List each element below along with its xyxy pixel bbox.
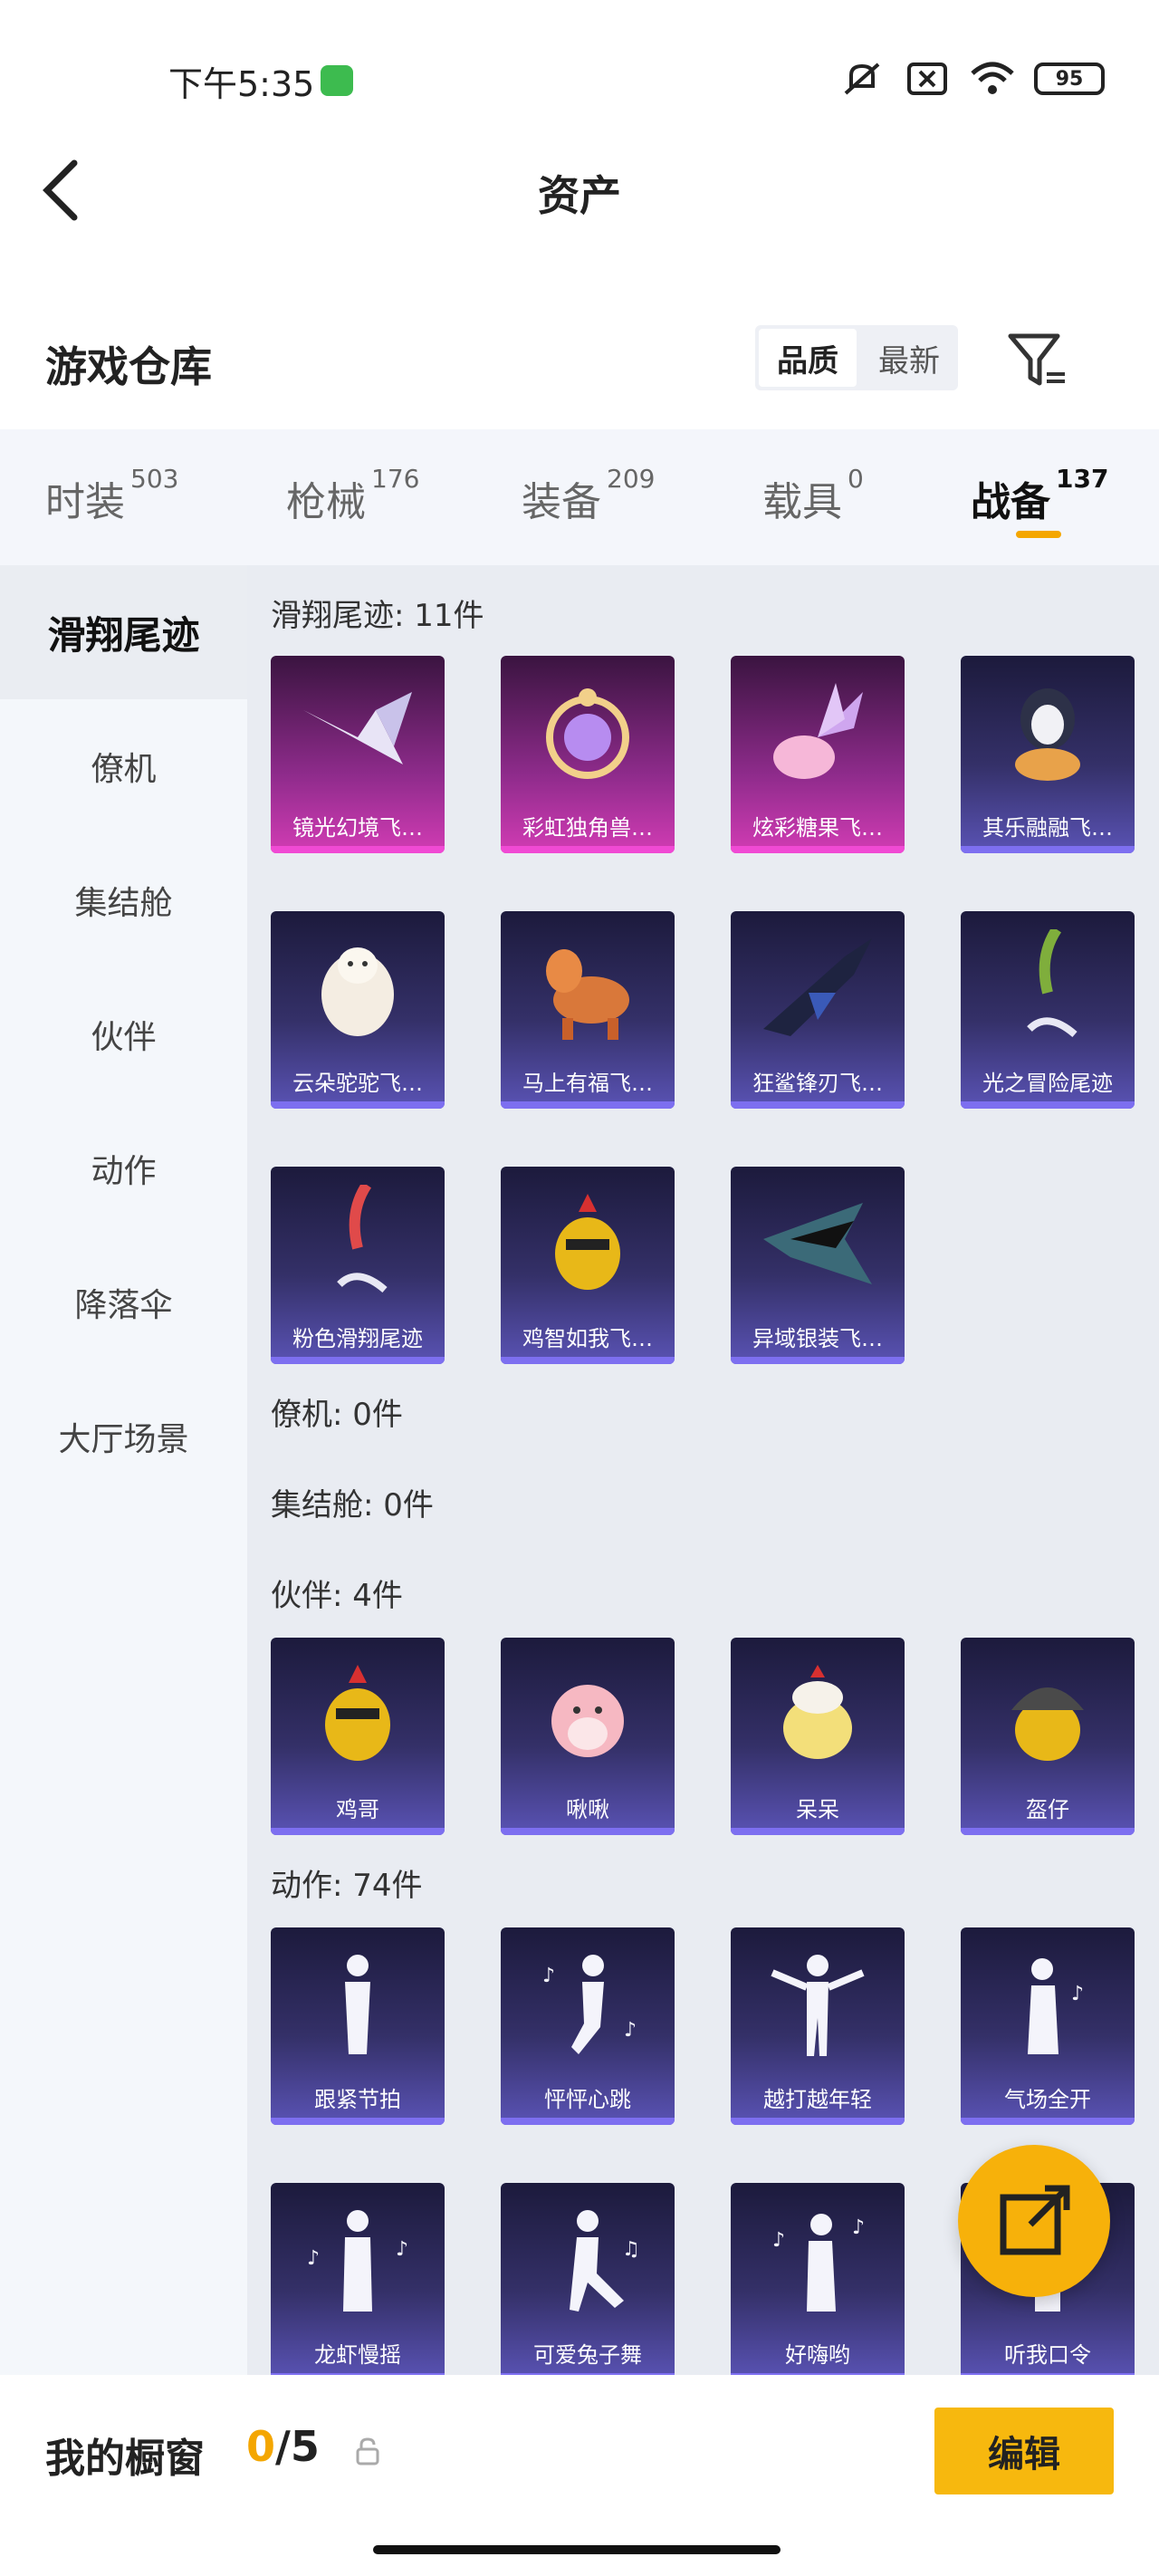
showcase-count: 0/5 [246,2422,320,2471]
tab-equipment[interactable]: 装备209 [522,464,655,527]
mute-icon [844,62,880,95]
sidebar-item-glide-trail[interactable]: 滑翔尾迹 [0,565,247,699]
tab-battle-prep[interactable]: 战备137 [971,464,1108,538]
status-time: 下午5:35 [168,64,315,104]
sidebar-item-wingman[interactable]: 僚机 [0,699,247,833]
sidebar-item-action[interactable]: 动作 [0,1101,247,1235]
item-card[interactable]: ♪ ♪ 好嗨哟 [731,2183,905,2380]
showcase-title: 我的橱窗 [45,2436,205,2482]
shark-icon [763,938,872,1036]
section-title: 游戏仓库 [45,342,212,391]
sidebar: 滑翔尾迹 僚机 集结舱 伙伴 动作 降落伞 大厅场景 [0,565,247,2377]
horse-toy-icon [546,949,629,1040]
item-card[interactable]: 彩虹独角兽… [501,656,675,853]
item-card[interactable]: 其乐融融飞… [961,656,1135,853]
dance-pose-icon: ♪♪ [542,1955,637,2054]
group-label-wingman: 僚机: 0件 [271,1397,403,1433]
sidebar-item-parachute[interactable]: 降落伞 [0,1235,247,1370]
red-smoke-trail-icon [337,1185,388,1293]
sidebar-item-capsule[interactable]: 集结舱 [0,833,247,967]
wing-trail-icon [303,692,412,764]
svg-text:♫: ♫ [622,2238,640,2261]
chicken-partner-icon [325,1665,390,1761]
item-card[interactable]: ♫ 可爱兔子舞 [501,2183,675,2380]
item-card[interactable]: 啾啾 [501,1638,675,1835]
category-tabs: 时装503 枪械176 装备209 载具0 战备137 [0,429,1159,565]
item-card[interactable]: ♪ ♪ 怦怦心跳 [501,1927,675,2125]
svg-text:♪: ♪ [396,2238,408,2261]
item-card[interactable]: 狂鲨锋刃飞… [731,911,905,1109]
wifi-icon [971,62,1014,94]
item-card[interactable]: 越打越年轻 [731,1927,905,2125]
app-notification-icon [321,65,353,96]
dance-pose-icon [345,1955,370,2054]
showcase-footer: 我的橱窗 0/5 编辑 [0,2375,1159,2576]
chick-icon [783,1665,852,1759]
item-card[interactable]: 鸡智如我飞… [501,1167,675,1364]
top-nav: 资产 [0,145,1159,235]
share-button[interactable] [958,2145,1110,2297]
item-card[interactable]: ♪ ♪ 龙虾慢摇 [271,2183,445,2380]
svg-text:♪: ♪ [624,2019,637,2042]
item-card[interactable]: 炫彩糖果飞… [731,656,905,853]
group-label-action: 动作: 74件 [271,1868,423,1904]
item-card[interactable]: 光之冒险尾迹 [961,911,1135,1109]
item-card[interactable]: ♪ 气场全开 [961,1927,1135,2125]
dance-pose-icon: ♫ [570,2210,640,2312]
penguin-icon [1015,688,1080,781]
page-title: 资产 [538,171,621,220]
lock-icon [356,2437,379,2465]
item-grid: 滑翔尾迹: 11件 镜光幻境飞… 彩虹独角兽… 炫彩糖果飞… 其乐融融飞… 云朵… [247,565,1159,2380]
alpaca-icon [321,947,394,1036]
svg-text:♪: ♪ [852,2216,865,2239]
edit-button[interactable]: 编辑 [934,2408,1114,2494]
svg-text:♪: ♪ [772,2229,785,2252]
item-card[interactable]: 粉色滑翔尾迹 [271,1167,445,1364]
green-smoke-trail-icon [1027,929,1078,1038]
item-card[interactable]: 跟紧节拍 [271,1927,445,2125]
sidebar-item-partner[interactable]: 伙伴 [0,967,247,1101]
dance-pose-icon [771,1955,865,2056]
item-card[interactable]: 呆呆 [731,1638,905,1835]
share-icon [1000,2185,1070,2255]
unicorn-ornament-icon [546,688,629,779]
group-label-glide: 滑翔尾迹: 11件 [271,598,484,634]
dance-pose-icon: ♪♪ [307,2210,408,2312]
sort-toggle: 品质 最新 [755,325,958,390]
svg-text:♪: ♪ [542,1965,555,1987]
item-card[interactable]: 鸡哥 [271,1638,445,1835]
helmet-chick-icon [1011,1687,1084,1761]
dance-pose-icon: ♪♪ [772,2214,865,2312]
item-card[interactable]: 镜光幻境飞… [271,656,445,853]
sort-quality-button[interactable]: 品质 [759,329,857,387]
filter-icon[interactable] [1005,329,1070,392]
chicken-icon [555,1194,620,1290]
svg-text:♪: ♪ [1071,1983,1084,2005]
group-label-capsule: 集结舱: 0件 [271,1487,434,1523]
sort-latest-button[interactable]: 最新 [860,325,958,390]
item-card[interactable]: 云朵驼驼飞… [271,911,445,1109]
tab-fashion[interactable]: 时装503 [45,464,178,527]
exotic-wing-icon [763,1203,872,1284]
candy-icon [773,683,863,779]
item-card[interactable]: 异域银装飞… [731,1167,905,1364]
group-label-partner: 伙伴: 4件 [271,1578,403,1614]
item-card[interactable]: 马上有福飞… [501,911,675,1109]
svg-text:♪: ♪ [307,2247,320,2270]
dance-pose-icon: ♪ [1028,1958,1084,2054]
tab-guns[interactable]: 枪械176 [286,464,419,527]
status-bar: 下午5:35 95 [0,0,1159,159]
sidebar-item-lobby-scene[interactable]: 大厅场景 [0,1370,247,1504]
warehouse-header: 游戏仓库 品质 最新 [0,312,1159,412]
pink-bird-icon [551,1685,624,1757]
active-tab-indicator [1016,531,1061,538]
item-card[interactable]: 盔仔 [961,1638,1135,1835]
tab-vehicles[interactable]: 载具0 [762,464,864,527]
battery-icon: 95 [1034,62,1105,95]
no-sim-icon [907,62,947,95]
home-indicator [373,2545,781,2554]
